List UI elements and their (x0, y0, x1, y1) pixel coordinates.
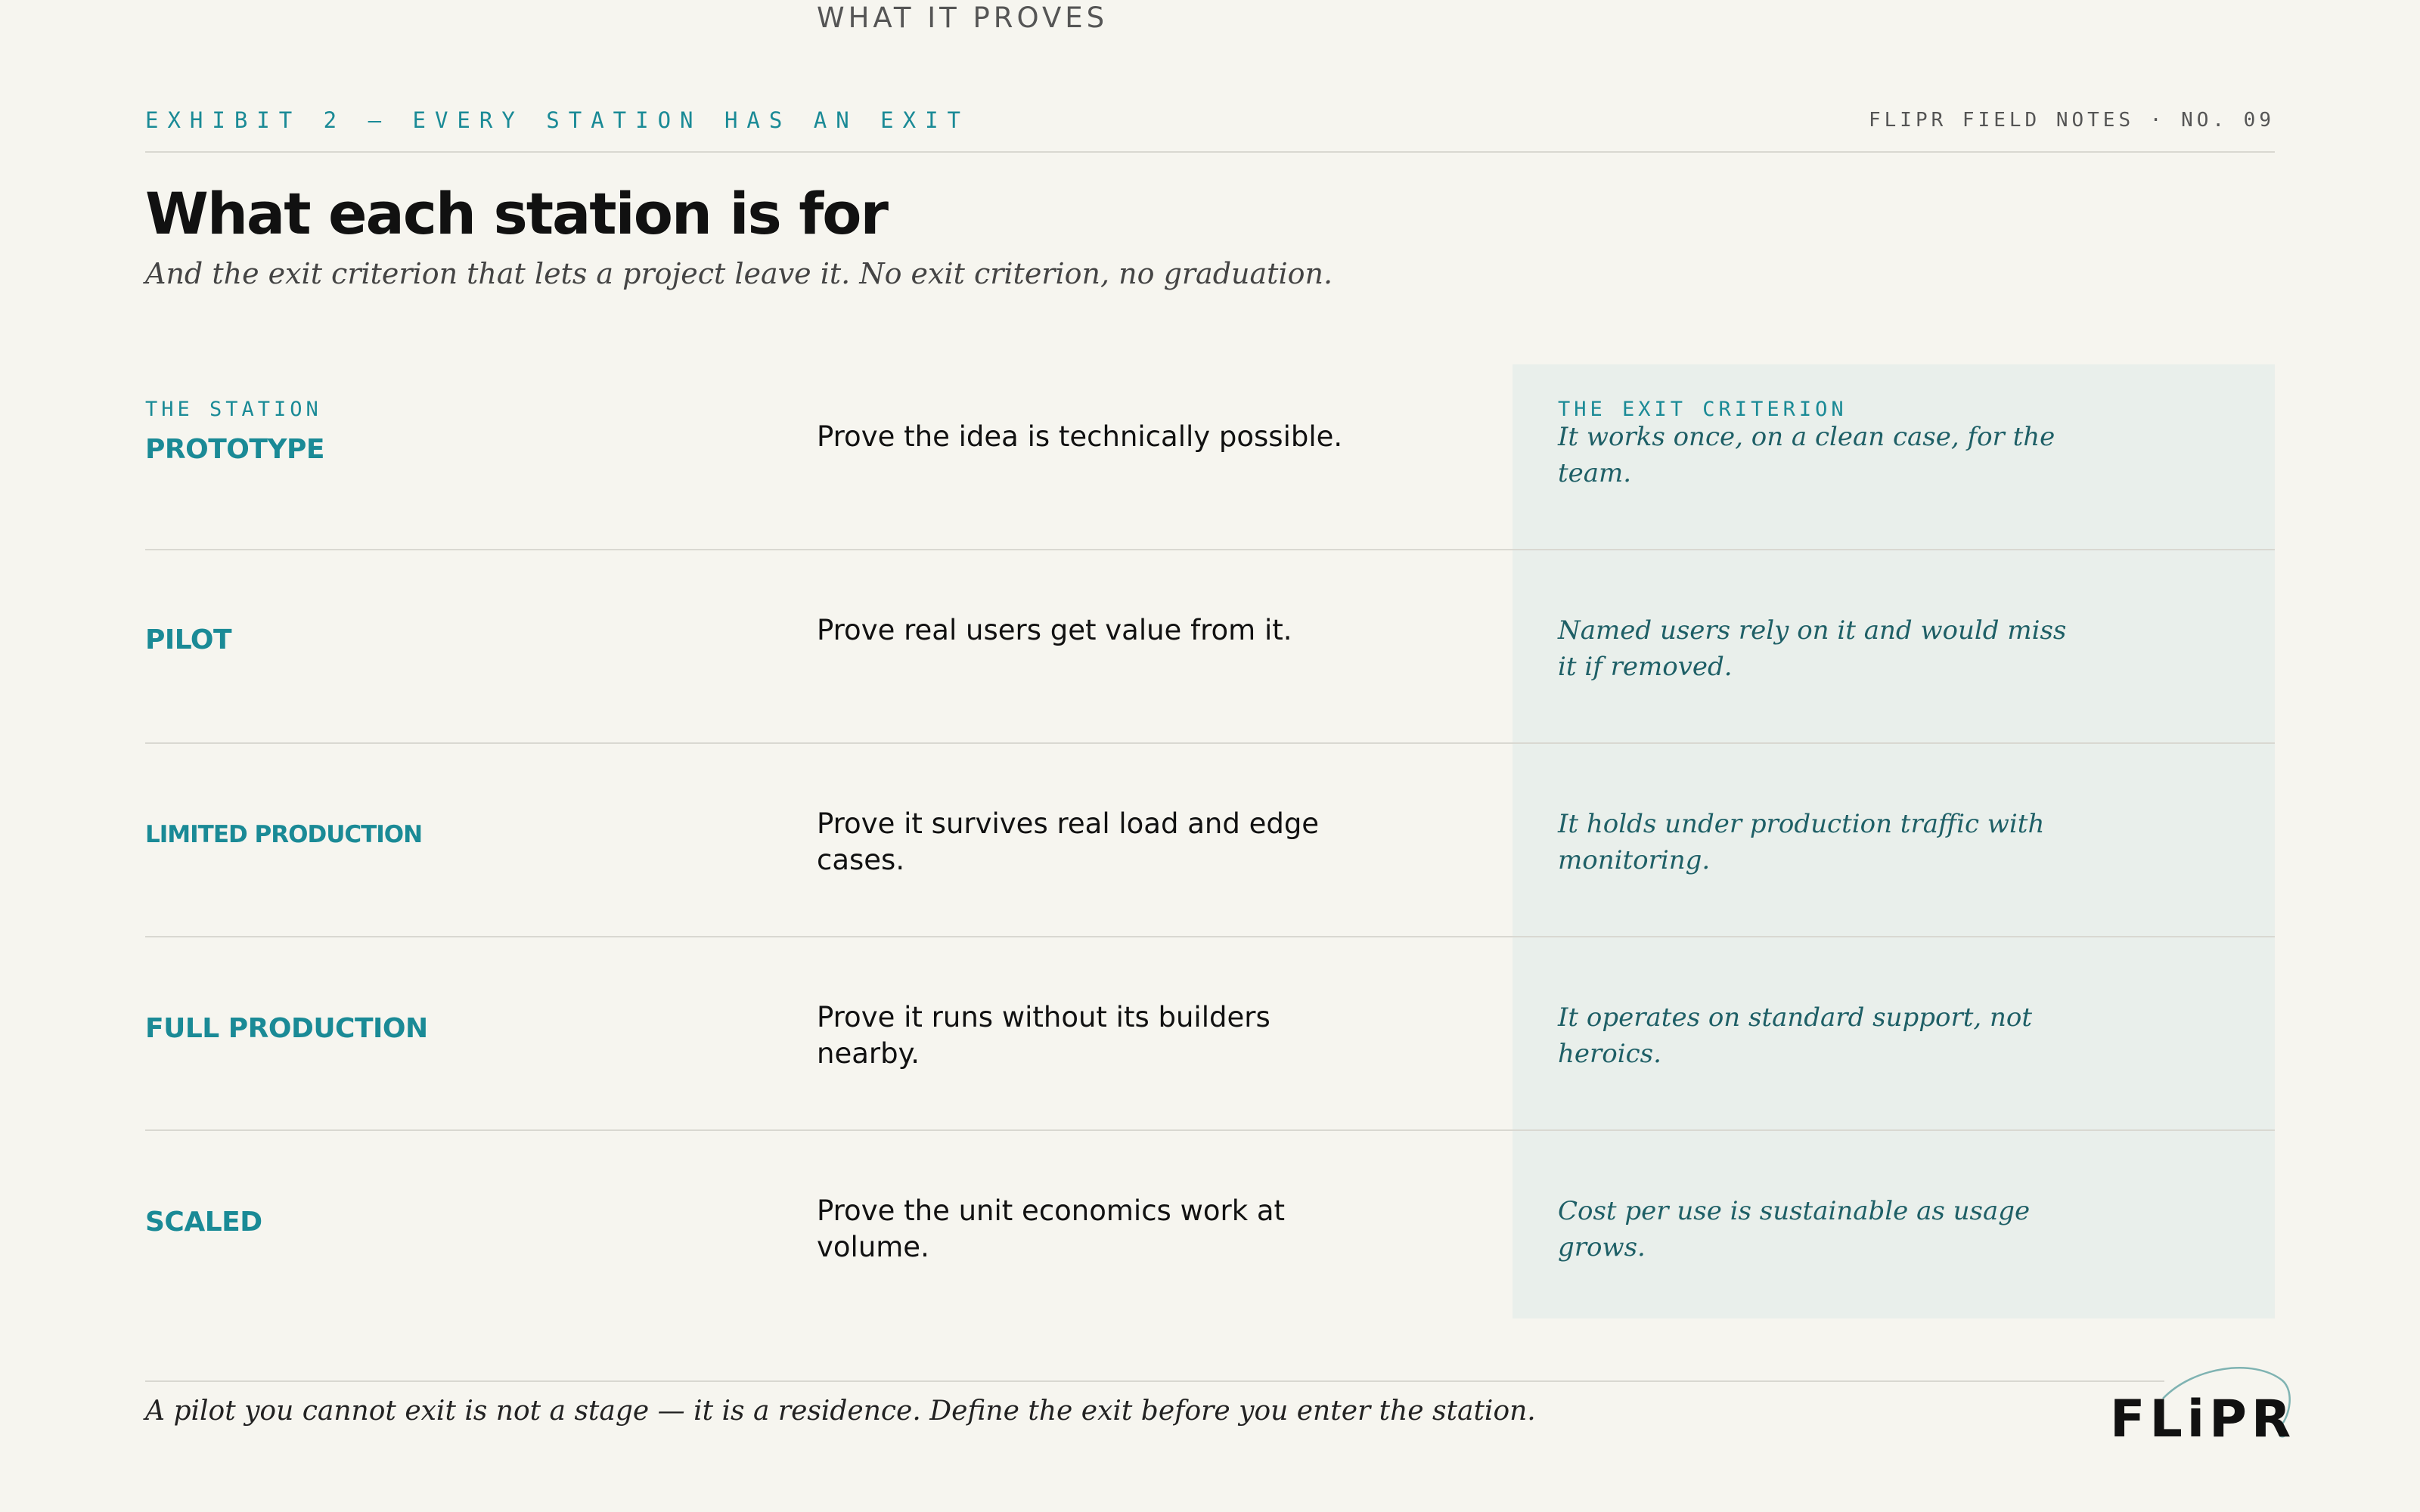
column-header-proves: WHAT IT PROVES (817, 2, 1109, 34)
station-name: PILOT (145, 624, 232, 655)
column-header-exit: THE EXIT CRITERION (1558, 398, 1848, 421)
station-proves: Prove real users get value from it. (817, 614, 1292, 646)
page-title: What each station is for (145, 180, 889, 247)
station-name: SCALED (145, 1207, 262, 1238)
logo-wordmark: FLiPR (2110, 1390, 2296, 1449)
flipr-logo: FLiPR (2110, 1361, 2291, 1452)
station-exit-criterion: It works once, on a clean case, for the … (1558, 422, 2055, 488)
header-bar: EXHIBIT 2 — EVERY STATION HAS AN EXIT FL… (145, 104, 2275, 153)
series-label: FLIPR FIELD NOTES · NO. 09 (1869, 109, 2275, 132)
station-proves: Prove the idea is technically possible. (817, 420, 1343, 453)
table-row: SCALED Prove the unit economics work at … (145, 1131, 2275, 1318)
station-exit-criterion: Cost per use is sustainable as usage gro… (1558, 1196, 2031, 1263)
station-name: PROTOTYPE (145, 434, 324, 465)
table-row: PROTOTYPE Prove the idea is technically … (145, 420, 2275, 550)
station-name: FULL PRODUCTION (145, 1013, 428, 1044)
exhibit-kicker: EXHIBIT 2 — EVERY STATION HAS AN EXIT (145, 107, 970, 133)
table-row: LIMITED PRODUCTION Prove it survives rea… (145, 744, 2275, 937)
table-row: PILOT Prove real users get value from it… (145, 550, 2275, 744)
station-proves: Prove it survives real load and edge cas… (817, 807, 1320, 876)
station-proves: Prove the unit economics work at volume. (817, 1194, 1286, 1263)
footnote: A pilot you cannot exit is not a stage —… (145, 1396, 1536, 1427)
column-header-station: THE STATION (145, 398, 322, 421)
station-exit-criterion: Named users rely on it and would miss it… (1558, 615, 2067, 682)
station-proves: Prove it runs without its builders nearb… (817, 1001, 1270, 1070)
page-subtitle: And the exit criterion that lets a proje… (145, 257, 1333, 290)
station-name: LIMITED PRODUCTION (145, 821, 423, 848)
station-exit-criterion: It operates on standard support, not her… (1558, 1002, 2033, 1069)
table-row: FULL PRODUCTION Prove it runs without it… (145, 937, 2275, 1131)
footer-divider (145, 1380, 2164, 1382)
station-exit-criterion: It holds under production traffic with m… (1558, 809, 2045, 875)
